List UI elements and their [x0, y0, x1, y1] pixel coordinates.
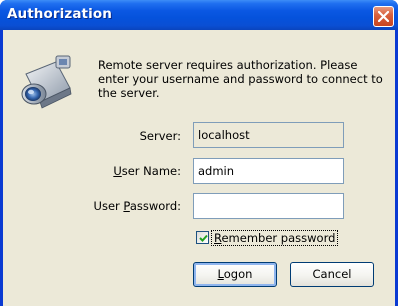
password-label-rest: assword: — [129, 199, 181, 213]
remember-password-box[interactable] — [196, 231, 209, 244]
dialog-body: Remote server requires authorization. Pl… — [3, 30, 395, 306]
checkmark-icon — [199, 234, 208, 242]
remember-label-rest: emember password — [221, 231, 336, 245]
close-icon — [378, 11, 389, 22]
authorization-message: Remote server requires authorization. Pl… — [98, 58, 383, 100]
remember-password-label: Remember password — [211, 230, 339, 246]
username-label: User Name: — [61, 164, 181, 178]
logon-button[interactable]: Logon — [193, 262, 277, 287]
password-input[interactable] — [193, 193, 344, 219]
username-label-rest: ser Name: — [121, 164, 181, 178]
username-label-mnemonic: U — [113, 164, 122, 178]
close-button[interactable] — [373, 6, 394, 27]
server-label: Server: — [139, 129, 181, 143]
logon-rest: ogon — [223, 267, 253, 281]
password-label-prefix: User — [93, 199, 124, 213]
dialog-title: Authorization — [7, 6, 112, 22]
username-input[interactable] — [193, 158, 344, 184]
server-field: localhost — [193, 122, 344, 148]
authorization-dialog: Authorization Remote server requires aut… — [0, 0, 398, 306]
server-camera-icon — [21, 55, 72, 109]
cancel-button[interactable]: Cancel — [290, 262, 374, 287]
title-bar[interactable]: Authorization — [0, 0, 398, 30]
password-label: User Password: — [61, 199, 181, 213]
